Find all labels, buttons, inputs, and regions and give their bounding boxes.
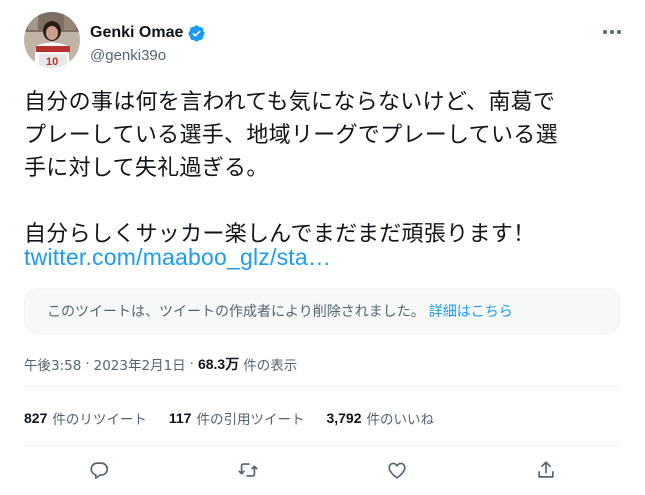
share-button[interactable] (529, 453, 563, 487)
reply-button[interactable] (82, 453, 116, 487)
tweet-header: 10 Genki Omae @genki39o (24, 12, 624, 68)
like-icon (387, 462, 406, 479)
tweet-link[interactable]: twitter.com/maaboo_glz/sta… (24, 244, 331, 271)
views-count: 68.3万 (197, 356, 240, 372)
reply-icon (89, 462, 108, 479)
tweet-text: 自分の事は何を言われても気にならないけど、南葛で プレーしている選手、地域リーグ… (24, 90, 558, 247)
quotes-stat[interactable]: 117 件の引用ツイート (169, 408, 305, 428)
likes-count: 3,792 (326, 410, 362, 426)
tweet-date[interactable]: 2023年2月1日 (94, 354, 186, 374)
tweet-meta: 午後3:58 · 2023年2月1日 · 68.3万 件の表示 (24, 354, 297, 374)
more-options-button[interactable] (600, 22, 624, 42)
retweets-stat[interactable]: 827 件のリツイート (24, 408, 147, 428)
tweet-card: 10 Genki Omae @genki39o 自分の事は何を言われても気になら… (0, 0, 645, 495)
learn-more-link[interactable]: 詳細はこちら (429, 301, 513, 321)
verified-badge-icon (188, 24, 205, 42)
retweets-count: 827 (24, 410, 48, 426)
meta-separator: · (85, 356, 90, 372)
more-icon (603, 30, 621, 34)
retweet-icon (237, 463, 258, 477)
views-label: 件の表示 (243, 358, 298, 374)
tweet-actions (24, 452, 620, 488)
retweet-button[interactable] (231, 453, 265, 487)
divider (24, 445, 620, 446)
display-name[interactable]: Genki Omae (90, 24, 183, 42)
handle[interactable]: @genki39o (90, 47, 206, 64)
author-names: Genki Omae @genki39o (90, 22, 206, 64)
quotes-count: 117 (168, 410, 192, 426)
divider (24, 386, 620, 387)
meta-separator: · (189, 356, 194, 372)
like-button[interactable] (380, 453, 414, 487)
svg-text:10: 10 (46, 56, 58, 68)
deleted-notice-text: このツイートは、ツイートの作成者により削除されました。 (47, 304, 425, 320)
retweets-label: 件のリツイート (52, 412, 147, 428)
display-name-row: Genki Omae (90, 22, 206, 44)
likes-label: 件のいいね (366, 412, 435, 428)
share-icon (537, 461, 554, 478)
tweet-time[interactable]: 午後3:58 (24, 354, 81, 374)
avatar[interactable]: 10 (24, 12, 80, 68)
likes-stat[interactable]: 3,792 件のいいね (326, 408, 434, 428)
tweet-stats: 827 件のリツイート 117 件の引用ツイート 3,792 件のいいね (24, 398, 456, 438)
quotes-label: 件の引用ツイート (196, 412, 305, 428)
deleted-quote-notice: このツイートは、ツイートの作成者により削除されました。 詳細はこちら (24, 288, 620, 334)
